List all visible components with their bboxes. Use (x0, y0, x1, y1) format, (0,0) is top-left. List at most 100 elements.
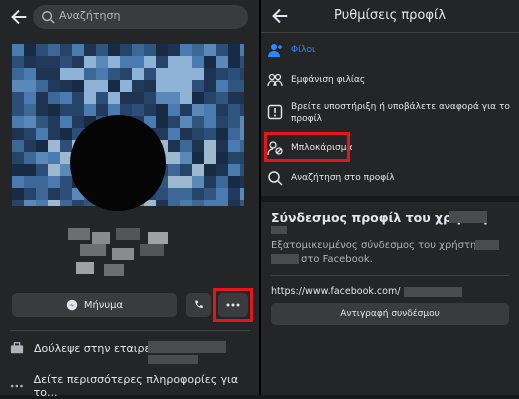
cover-pixel (36, 116, 48, 128)
cover-pixel (12, 80, 24, 92)
cover-pixel (180, 164, 192, 176)
more-info-row[interactable]: Δείτε περισσότερες πληροφορίες για το... (10, 373, 259, 399)
cover-pixel (156, 80, 168, 92)
back-arrow-icon[interactable] (8, 6, 30, 28)
search-placeholder: Αναζήτηση (59, 9, 121, 22)
cover-pixel (216, 56, 228, 68)
search-bar[interactable]: Αναζήτηση (33, 5, 248, 29)
cover-pixel (192, 200, 204, 206)
cover-pixel (36, 44, 48, 56)
cover-pixel (216, 80, 228, 92)
cover-pixel (180, 44, 192, 56)
cover-pixel (144, 56, 156, 68)
cover-pixel (96, 56, 108, 68)
divider (10, 330, 250, 331)
cover-pixel (60, 104, 72, 116)
call-button[interactable] (186, 293, 211, 317)
menu-item-friends[interactable]: Φίλοι (261, 36, 519, 64)
cover-pixel (156, 92, 168, 104)
cover-pixel (108, 56, 120, 68)
avatar[interactable] (70, 115, 166, 211)
cover-pixel (204, 116, 216, 128)
highlight-more-options (213, 288, 253, 322)
cover-pixel (216, 68, 228, 80)
cover-pixel (36, 104, 48, 116)
cover-pixel (204, 200, 216, 206)
cover-pixel (60, 44, 72, 56)
cover-pixel (72, 44, 84, 56)
cover-pixel (84, 92, 96, 104)
cover-pixel (216, 104, 228, 116)
cover-pixel (192, 128, 204, 140)
cover-pixel (36, 92, 48, 104)
cover-pixel (180, 68, 192, 80)
cover-pixel (168, 200, 180, 206)
cover-pixel (48, 116, 60, 128)
menu-item-search-profile[interactable]: Αναζήτηση στο προφίλ (261, 164, 519, 192)
cover-pixel (12, 56, 24, 68)
cover-pixel (240, 176, 244, 188)
more-info-text: Δείτε περισσότερες πληροφορίες για το... (33, 373, 239, 399)
profile-panel: Αναζήτηση Μήνυμα Δούλεψε στην εταιρεία Δ… (0, 0, 259, 399)
page-title: Ρυθμίσεις προφίλ (333, 8, 447, 23)
cover-pixel (48, 92, 60, 104)
cover-pixel (168, 188, 180, 200)
cover-pixel (12, 152, 24, 164)
cover-pixel (192, 176, 204, 188)
cover-pixel (36, 188, 48, 200)
cover-pixel (180, 56, 192, 68)
cover-pixel (24, 56, 36, 68)
cover-pixel (144, 68, 156, 80)
work-info-text: Δούλεψε στην εταιρεία (34, 341, 162, 355)
cover-pixel (168, 152, 180, 164)
cover-pixel (240, 200, 244, 206)
cover-pixel (108, 44, 120, 56)
cover-pixel (144, 44, 156, 56)
cover-pixel (228, 140, 240, 152)
cover-pixel (36, 152, 48, 164)
menu-item-report[interactable]: Βρείτε υποστήριξη ή υποβάλετε αναφορά γι… (261, 96, 519, 130)
cover-pixel (132, 44, 144, 56)
cover-pixel (24, 44, 36, 56)
cover-pixel (240, 164, 244, 176)
cover-pixel (72, 68, 84, 80)
message-button[interactable]: Μήνυμα (12, 293, 177, 317)
cover-pixel (60, 80, 72, 92)
cover-pixel (228, 104, 240, 116)
cover-pixel (180, 104, 192, 116)
cover-pixel (48, 152, 60, 164)
cover-pixel (24, 68, 36, 80)
cover-pixel (204, 188, 216, 200)
name-pixel (80, 244, 106, 256)
messenger-icon (66, 299, 78, 311)
cover-pixel (48, 56, 60, 68)
cover-pixel (36, 164, 48, 176)
cover-pixel (36, 56, 48, 68)
cover-pixel (228, 164, 240, 176)
cover-pixel (12, 92, 24, 104)
cover-pixel (240, 68, 244, 80)
company-name-blurred-2 (148, 355, 198, 364)
top-bar: Αναζήτηση (0, 0, 259, 34)
cover-pixel (96, 92, 108, 104)
briefcase-icon (10, 342, 24, 354)
cover-pixel (168, 164, 180, 176)
menu-item-see-friendship[interactable]: Εμφάνιση φιλίας (261, 66, 519, 94)
cover-pixel (60, 116, 72, 128)
cover-pixel (24, 116, 36, 128)
cover-pixel (216, 188, 228, 200)
copy-link-button[interactable]: Αντιγραφή συνδέσμου (271, 303, 509, 325)
cover-pixel (180, 140, 192, 152)
profile-url: https://www.facebook.com/ (271, 286, 401, 297)
desc-line2: στο Facebook. (301, 254, 373, 265)
cover-pixel (96, 68, 108, 80)
cover-pixel (240, 44, 244, 56)
cover-pixel (240, 56, 244, 68)
cover-pixel (240, 140, 244, 152)
report-label-line2: προφίλ (291, 114, 322, 124)
cover-pixel (72, 104, 84, 116)
cover-pixel (12, 140, 24, 152)
menu-item-label: Εμφάνιση φιλίας (291, 75, 366, 85)
cover-pixel (48, 164, 60, 176)
cover-pixel (72, 56, 84, 68)
